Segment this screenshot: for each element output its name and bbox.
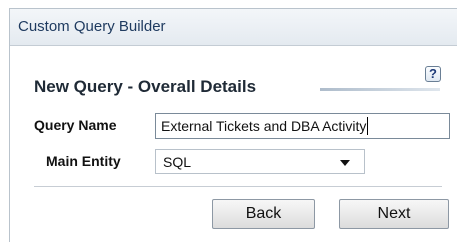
next-button-label: Next <box>377 205 411 222</box>
back-button-label: Back <box>245 205 282 222</box>
main-entity-label: Main Entity <box>46 153 121 169</box>
main-entity-value: SQL <box>163 154 192 170</box>
back-button[interactable]: Back <box>212 199 315 229</box>
query-name-input[interactable]: External Tickets and DBA Activity <box>155 113 450 139</box>
help-icon[interactable]: ? <box>425 66 441 82</box>
form-divider <box>34 186 442 187</box>
help-glyph: ? <box>429 66 437 81</box>
chevron-down-icon <box>340 160 350 166</box>
text-cursor <box>367 117 369 135</box>
section-divider <box>320 88 440 91</box>
title-bar: Custom Query Builder <box>10 9 457 46</box>
query-name-value: External Tickets and DBA Activity <box>161 118 367 134</box>
query-builder-panel: Custom Query Builder New Query - Overall… <box>9 8 457 242</box>
query-name-label: Query Name <box>34 117 117 133</box>
main-entity-select[interactable]: SQL <box>155 149 365 174</box>
section-title: New Query - Overall Details <box>34 77 257 96</box>
next-button[interactable]: Next <box>339 199 449 229</box>
window-title: Custom Query Builder <box>18 18 166 35</box>
